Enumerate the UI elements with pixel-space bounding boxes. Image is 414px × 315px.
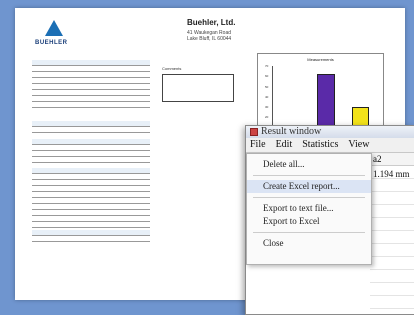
address-line-2: Lake Bluff, IL 60044 <box>187 36 232 42</box>
y-tick-label: 20 <box>265 115 269 120</box>
menu-separator <box>253 197 365 198</box>
menu-file[interactable]: File <box>250 138 266 152</box>
report-table-4 <box>32 168 150 228</box>
y-tick-label: 70 <box>265 64 269 68</box>
logo-mark-icon <box>45 20 63 38</box>
logo-text: BUEHLER <box>35 40 68 46</box>
file-menu-dropdown: Delete all... Create Excel report... Exp… <box>246 153 372 265</box>
menu-separator <box>253 232 365 233</box>
company-name: Buehler, Ltd. <box>187 18 236 27</box>
report-table-5 <box>32 230 150 242</box>
window-title: Result window <box>261 126 322 137</box>
results-grid[interactable]: a2 1.194 mm <box>370 153 414 314</box>
menu-bar: File Edit Statistics View <box>246 138 414 153</box>
column-header[interactable]: a2 <box>370 153 414 166</box>
result-cell[interactable]: 1.194 mm <box>373 169 410 179</box>
y-tick-label: 60 <box>265 74 269 79</box>
menu-item-delete-all[interactable]: Delete all... <box>247 158 371 171</box>
comments-box <box>162 74 234 102</box>
result-window: Result window File Edit Statistics View … <box>245 125 414 315</box>
y-tick-label: 50 <box>265 84 269 89</box>
window-titlebar[interactable]: Result window <box>246 126 414 138</box>
menu-statistics[interactable]: Statistics <box>302 138 338 152</box>
window-app-icon <box>250 128 258 136</box>
chart-title: Measurements <box>307 57 334 62</box>
buehler-logo: BUEHLER <box>35 20 75 46</box>
report-table-1 <box>32 60 150 108</box>
menu-item-create-excel-report[interactable]: Create Excel report... <box>247 180 371 193</box>
menu-separator <box>253 175 365 176</box>
report-table-2 <box>32 121 150 133</box>
report-table-3 <box>32 139 150 163</box>
menu-item-export-text[interactable]: Export to text file... <box>247 202 371 215</box>
menu-item-close[interactable]: Close <box>247 237 371 250</box>
comments-label: Comments <box>162 66 182 71</box>
menu-view[interactable]: View <box>348 138 369 152</box>
menu-edit[interactable]: Edit <box>276 138 293 152</box>
y-tick-label: 30 <box>265 105 269 110</box>
y-tick-label: 40 <box>265 94 269 99</box>
menu-item-export-excel[interactable]: Export to Excel <box>247 215 371 228</box>
